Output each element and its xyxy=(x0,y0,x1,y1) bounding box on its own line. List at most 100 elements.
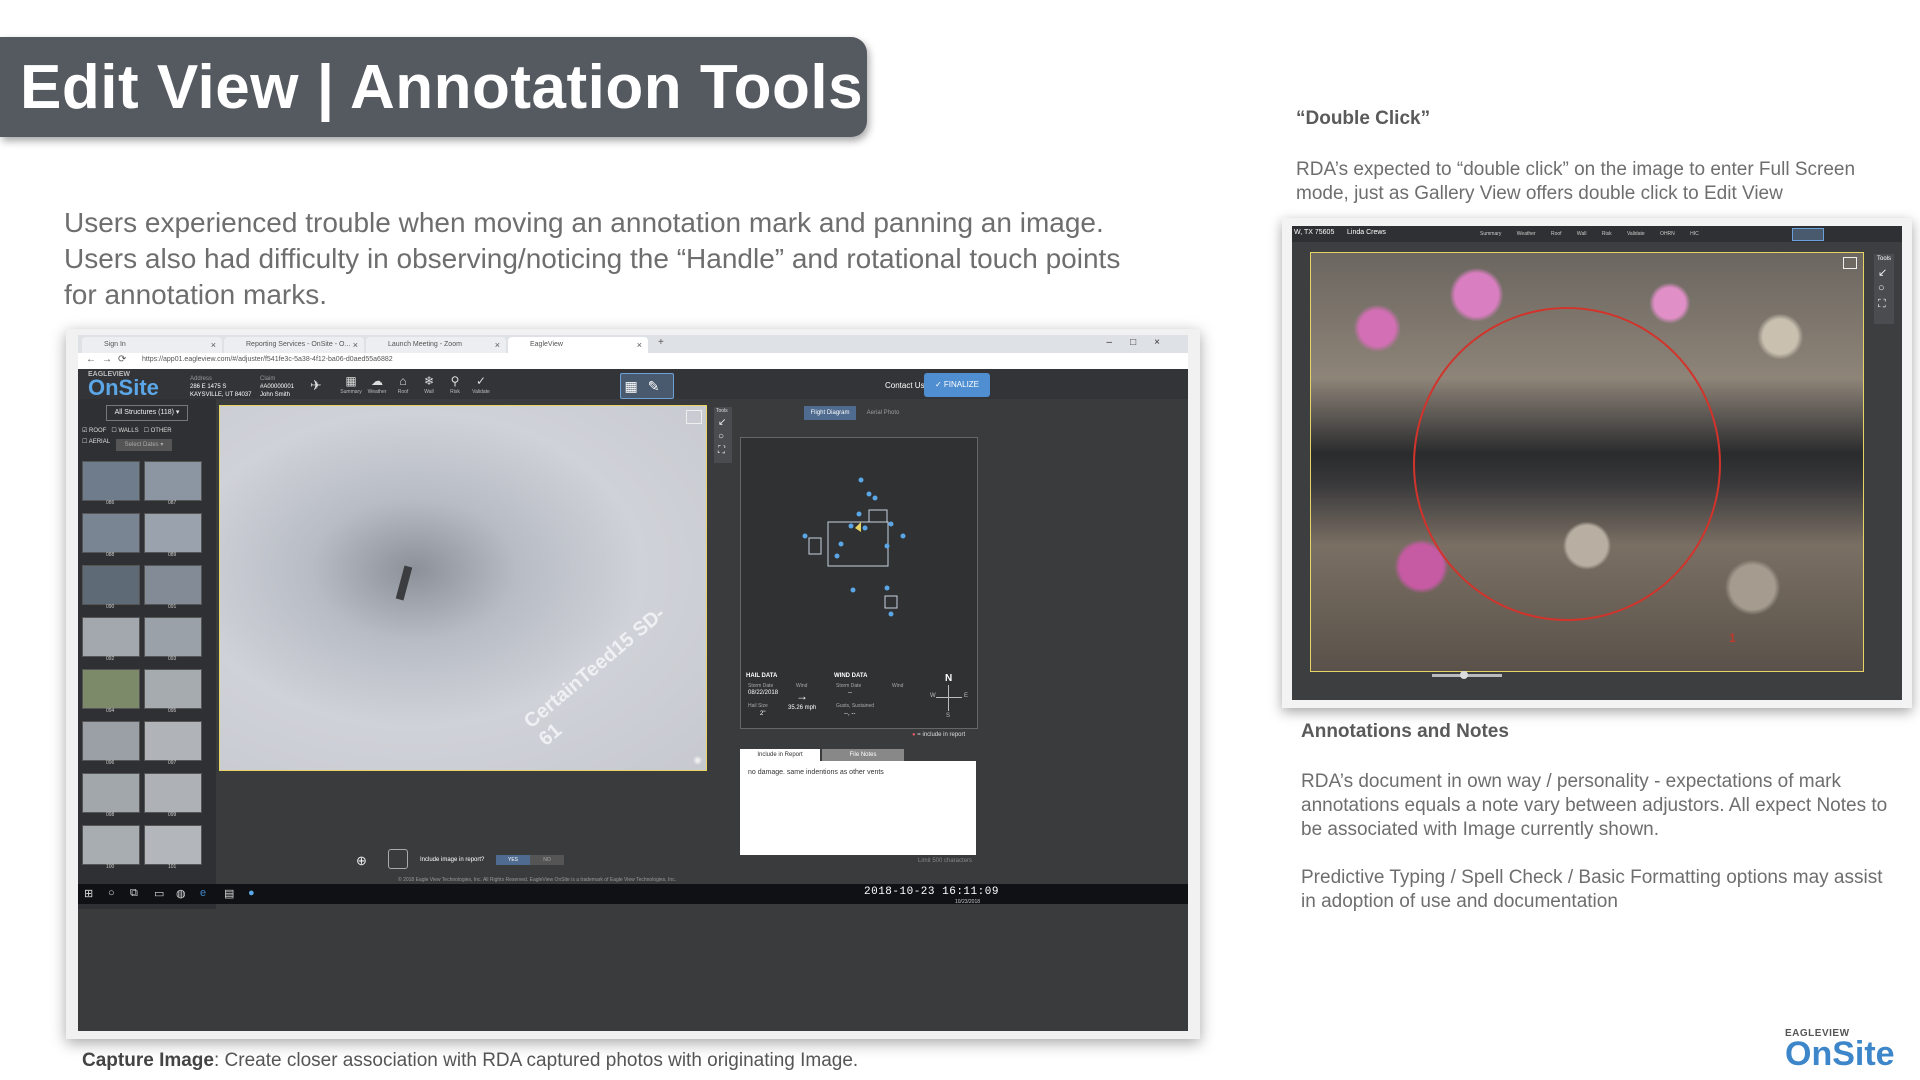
tools-label: Tools xyxy=(1877,256,1892,262)
finalize-button[interactable]: ✓ FINALIZE xyxy=(924,373,990,397)
thumbnail-label: 094 xyxy=(106,708,115,714)
nav-arrows-icon[interactable]: ←→⟳ xyxy=(86,354,132,365)
thumbnail-image[interactable] xyxy=(144,669,202,709)
intro-line: Users experienced trouble when moving an… xyxy=(64,207,1104,238)
thumbnail-image[interactable] xyxy=(144,773,202,813)
gallery-edit-toggle[interactable]: ▦✎ xyxy=(620,373,674,399)
thumbnail-image[interactable] xyxy=(82,617,140,657)
intro-line: Users also had difficulty in observing/n… xyxy=(64,243,1121,274)
close-icon[interactable]: × xyxy=(211,337,216,353)
zoom-app-icon[interactable]: ● xyxy=(248,887,255,899)
tab-file-notes[interactable]: File Notes xyxy=(822,749,904,761)
zoom-icon[interactable]: ⊕ xyxy=(356,853,367,869)
thumbnail-label: 093 xyxy=(168,656,177,662)
slide-title: Edit View | Annotation Tools xyxy=(20,53,864,122)
thumbnail-image[interactable] xyxy=(144,617,202,657)
circle-tool-icon[interactable]: ○ xyxy=(1878,282,1885,294)
close-icon[interactable]: × xyxy=(495,337,500,353)
tools-label: Tools xyxy=(716,408,728,414)
close-icon[interactable]: × xyxy=(353,337,358,353)
url-field[interactable]: https://app01.eagleview.com/#/adjuster/f… xyxy=(142,356,393,363)
thumbnail-image[interactable] xyxy=(82,513,140,553)
select-dates-dropdown[interactable]: Select Dates ▾ xyxy=(116,439,172,451)
task-view-icon[interactable]: ⧉ xyxy=(130,887,138,900)
thumbnail-image[interactable] xyxy=(144,721,202,761)
summary-icon: ▦ xyxy=(345,374,357,388)
thumbnail-label: 100 xyxy=(106,864,115,870)
caption-bold: Capture Image xyxy=(82,1050,214,1071)
tab-include-in-report[interactable]: Include in Report xyxy=(740,749,820,761)
browser-tab[interactable]: Launch Meeting - Zoom × xyxy=(366,337,506,353)
hail-size-value: 2" xyxy=(760,711,766,717)
browser-tab[interactable]: Sign In × xyxy=(82,337,222,353)
browser-window: Sign In × Reporting Services - OnSite - O… xyxy=(78,335,1188,1031)
vent-pipe xyxy=(395,565,413,601)
storm-icon[interactable]: ✈ xyxy=(310,377,322,394)
validate-button[interactable]: ✓ Validate xyxy=(470,373,492,397)
thumbnail-image[interactable] xyxy=(82,669,140,709)
capture-image-caption: Capture Image: Create closer association… xyxy=(82,1050,858,1072)
address-info: Address 286 E 1475 S KAYSVILLE, UT 84037 xyxy=(190,375,251,399)
adjuster-name: John Smith xyxy=(260,392,291,398)
weather-button[interactable]: ☁ Weather xyxy=(366,373,388,397)
edit-image-viewer[interactable]: CertainTeed15 SD-61 ◉ xyxy=(219,405,707,771)
tab-aerial-photo[interactable]: Aerial Photo xyxy=(857,406,909,420)
window-controls[interactable]: –□× xyxy=(1107,337,1178,348)
circle-tool-icon[interactable]: ○ xyxy=(718,431,724,442)
chrome-icon[interactable]: ◍ xyxy=(176,887,186,900)
risk-button[interactable]: ⚲ Risk xyxy=(444,373,466,397)
roof-button[interactable]: ⌂ Roof xyxy=(392,373,414,397)
grid-icon[interactable]: ▦ xyxy=(625,378,648,394)
include-dot-icon: ● xyxy=(912,732,916,738)
summary-button[interactable]: ▦ Summary xyxy=(340,373,362,397)
gallery-edit-toggle[interactable] xyxy=(1792,228,1824,241)
all-structures-dropdown[interactable]: All Structures (118) ▾ xyxy=(106,405,188,421)
search-icon[interactable]: ○ xyxy=(108,887,115,899)
thumbnail-image[interactable] xyxy=(144,565,202,605)
include-yes-button[interactable]: YES xyxy=(496,855,530,865)
calculator-icon[interactable]: ▤ xyxy=(224,887,234,900)
fullscreen-icon[interactable] xyxy=(1843,257,1857,269)
full-screen-screenshot: W, TX 75605 Linda Crews Summary Weather … xyxy=(1282,218,1912,708)
zoom-slider-handle[interactable] xyxy=(1460,671,1468,679)
include-no-button[interactable]: NO xyxy=(530,855,564,865)
thumbnail-image[interactable] xyxy=(82,825,140,865)
tab-flight-diagram[interactable]: Flight Diagram xyxy=(804,406,856,420)
thumbnail-image[interactable] xyxy=(82,773,140,813)
browser-tab-active[interactable]: EagleView × xyxy=(508,337,648,353)
close-icon[interactable]: × xyxy=(637,337,642,353)
flight-diagram[interactable] xyxy=(741,438,977,674)
contact-us-link[interactable]: Contact Us xyxy=(885,381,925,390)
thumbnail-image[interactable] xyxy=(144,513,202,553)
thumbnail-image[interactable] xyxy=(82,461,140,501)
capture-image-icon[interactable] xyxy=(388,849,408,869)
fullscreen-icon[interactable] xyxy=(686,410,702,424)
edge-icon[interactable]: e xyxy=(200,887,206,899)
thumbnail-image[interactable] xyxy=(82,565,140,605)
address-line: KAYSVILLE, UT 84037 xyxy=(190,392,252,398)
logo-product: OnSite xyxy=(88,375,159,400)
thumbnail-label: 090 xyxy=(106,604,115,610)
thumbnail-image[interactable] xyxy=(144,825,202,865)
folder-icon[interactable]: ▭ xyxy=(154,887,164,900)
arrow-tool-icon[interactable]: ↙ xyxy=(1878,266,1887,279)
new-tab-button[interactable]: + xyxy=(658,337,664,348)
fullscreen-tool-icon[interactable]: ⛶ xyxy=(718,445,725,456)
browser-tab[interactable]: Reporting Services - OnSite - O... × xyxy=(224,337,364,353)
aerial-checkbox[interactable]: ☐ xyxy=(82,439,89,445)
eye-icon[interactable]: ◉ xyxy=(693,755,702,766)
pencil-icon[interactable]: ✎ xyxy=(648,378,670,394)
address-line: 286 E 1475 S xyxy=(190,384,227,390)
wall-button[interactable]: ❄ Wall xyxy=(418,373,440,397)
fullscreen-tool-icon[interactable]: ⛶ xyxy=(1878,298,1886,311)
windows-start-icon[interactable]: ⊞ xyxy=(84,887,93,900)
wind-storm-date-label: Storm Date xyxy=(836,683,862,689)
thumbnail-image[interactable] xyxy=(82,721,140,761)
shingle-closeup-image[interactable]: 1 xyxy=(1310,252,1864,672)
arrow-tool-icon[interactable]: ↙ xyxy=(718,417,726,428)
circle-annotation[interactable] xyxy=(1413,307,1721,621)
thumbnail-image[interactable] xyxy=(144,461,202,501)
header-tools[interactable]: Summary Weather Roof Wall Risk Validate … xyxy=(1480,231,1699,237)
roof-checkbox[interactable]: ☑ xyxy=(82,428,89,434)
other-checkbox[interactable]: ☐ xyxy=(144,428,151,434)
